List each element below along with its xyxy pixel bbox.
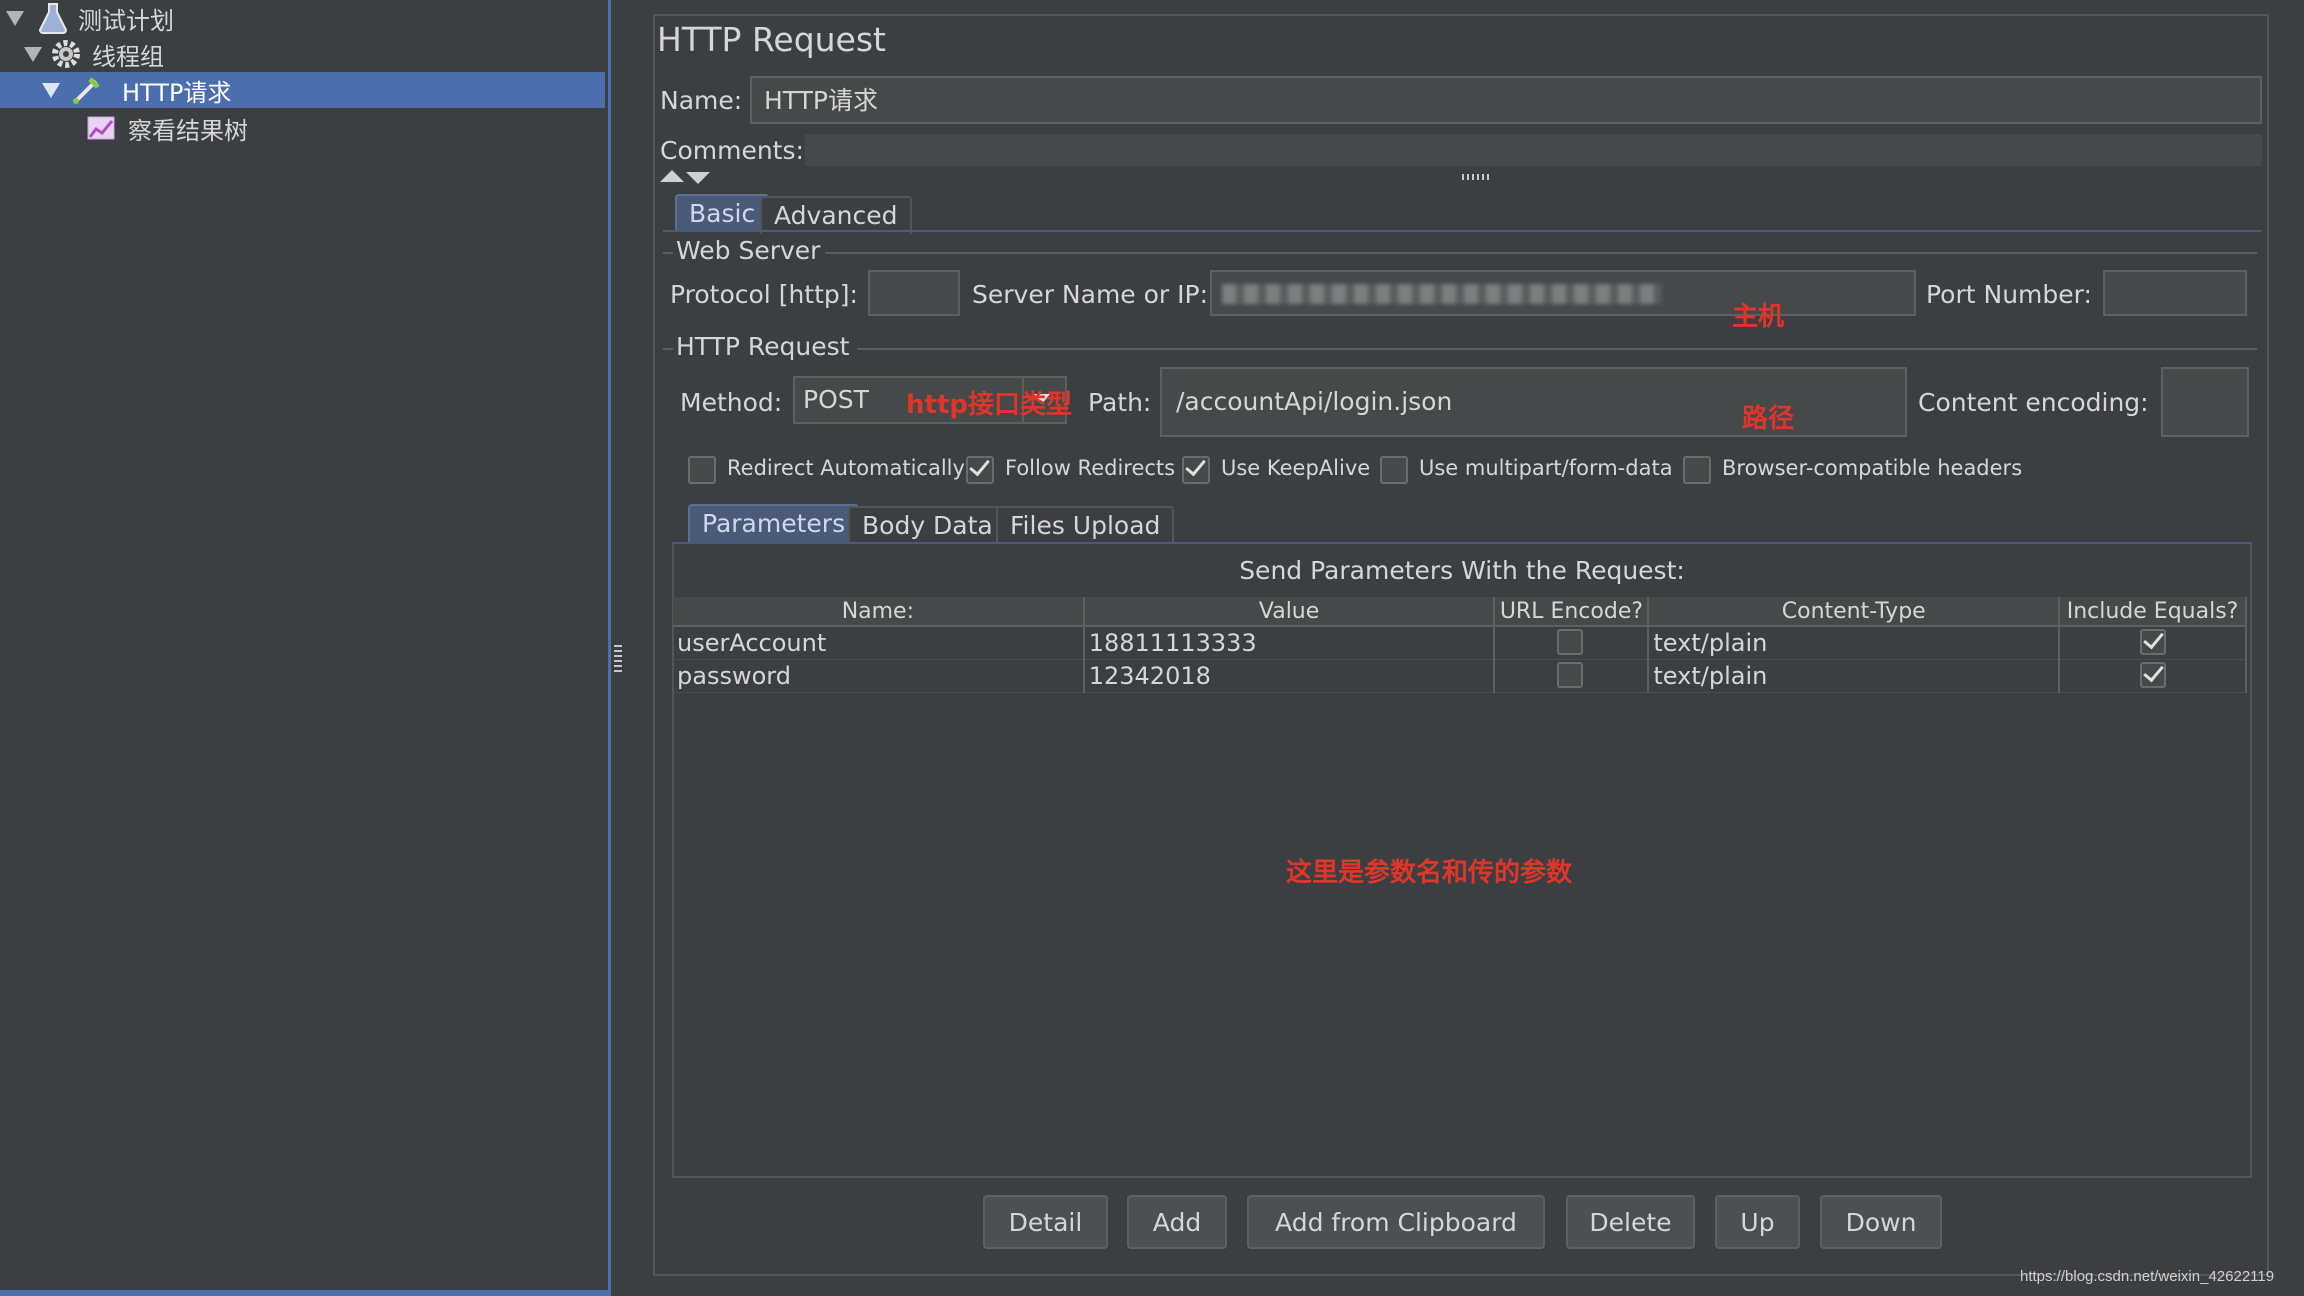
down-button[interactable]: Down	[1820, 1195, 1942, 1249]
browser-compatible-headers-checkbox[interactable]	[1683, 456, 1711, 484]
content-type-cell[interactable]: text/plain	[1648, 659, 2061, 693]
content-type-cell[interactable]: text/plain	[1648, 626, 2061, 660]
follow-redirects-label: Follow Redirects	[1005, 456, 1176, 480]
tab-basic[interactable]: Basic	[675, 194, 770, 232]
collapse-expand-arrows-icon[interactable]	[660, 170, 710, 186]
section-divider	[663, 348, 673, 350]
multipart-form-data-checkbox[interactable]	[1380, 456, 1408, 484]
server-name-label: Server Name or IP:	[972, 280, 1209, 309]
gear-icon	[52, 40, 80, 68]
path-field[interactable]: /accountApi/login.json	[1160, 367, 1907, 437]
comments-label: Comments:	[660, 136, 804, 165]
include-equals-checkbox[interactable]	[2140, 629, 2167, 655]
column-header[interactable]: URL Encode?	[1494, 597, 1650, 627]
use-keepalive-label: Use KeepAlive	[1221, 456, 1371, 480]
detail-button[interactable]: Detail	[983, 1195, 1108, 1249]
section-divider	[825, 252, 2257, 254]
tab-files-upload[interactable]: Files Upload	[996, 506, 1175, 544]
include-equals-cell[interactable]	[2059, 659, 2247, 693]
tree-focus-border-bottom	[0, 1290, 610, 1296]
table-row[interactable]: userAccount 18811113333 text/plain	[673, 626, 2247, 660]
section-divider	[663, 252, 673, 254]
expand-arrow-icon[interactable]	[6, 10, 24, 26]
param-value-cell[interactable]: 18811113333	[1083, 626, 1496, 660]
parameters-table: Name: Value URL Encode? Content-Type Inc…	[673, 597, 2247, 693]
resize-grip-icon[interactable]	[1462, 174, 1492, 180]
tree-item-label: HTTP请求	[122, 78, 232, 107]
path-label: Path:	[1088, 388, 1152, 417]
tab-body-data[interactable]: Body Data	[848, 506, 1007, 544]
params-title: Send Parameters With the Request:	[1239, 556, 1685, 585]
watermark: https://blog.csdn.net/weixin_42622119	[2020, 1268, 2275, 1285]
url-encode-checkbox[interactable]	[1557, 629, 1584, 655]
flask-icon	[38, 3, 68, 34]
add-button[interactable]: Add	[1127, 1195, 1227, 1249]
multipart-form-data-label: Use multipart/form-data	[1419, 456, 1673, 480]
port-number-field[interactable]	[2103, 270, 2247, 316]
tree-item-test-plan[interactable]: 测试计划	[6, 0, 174, 36]
browser-compatible-headers-label: Browser-compatible headers	[1722, 456, 2023, 480]
param-value-cell[interactable]: 12342018	[1083, 659, 1496, 693]
include-equals-checkbox[interactable]	[2140, 662, 2167, 688]
delete-button[interactable]: Delete	[1566, 1195, 1695, 1249]
follow-redirects-checkbox[interactable]	[966, 456, 994, 484]
table-row[interactable]: password 12342018 text/plain	[673, 659, 2247, 693]
url-encode-cell[interactable]	[1494, 659, 1650, 693]
tree-item-thread-group[interactable]: 线程组	[24, 36, 164, 72]
port-number-label: Port Number:	[1926, 280, 2092, 309]
comments-field[interactable]	[805, 134, 2262, 166]
name-field[interactable]: HTTP请求	[750, 76, 2262, 124]
table-header-row: Name: Value URL Encode? Content-Type Inc…	[673, 597, 2247, 627]
column-header[interactable]: Value	[1083, 597, 1496, 627]
graph-icon	[87, 116, 115, 140]
column-header[interactable]: Include Equals?	[2059, 597, 2247, 627]
http-request-section-title: HTTP Request	[676, 332, 850, 361]
annotation-params: 这里是参数名和传的参数	[1286, 858, 1573, 888]
tree-item-view-results-tree[interactable]: 察看结果树	[86, 110, 248, 146]
annotation-method: http接口类型	[906, 390, 1072, 420]
section-divider	[857, 348, 2257, 350]
expand-arrow-icon[interactable]	[42, 82, 60, 98]
tree-item-label: 测试计划	[78, 6, 174, 35]
content-encoding-field[interactable]	[2161, 367, 2249, 437]
annotation-path: 路径	[1742, 404, 1795, 434]
annotation-host: 主机	[1732, 302, 1785, 332]
pipette-icon	[73, 77, 100, 104]
include-equals-cell[interactable]	[2059, 626, 2247, 660]
divider-grip-icon[interactable]	[614, 645, 622, 675]
use-keepalive-checkbox[interactable]	[1182, 456, 1210, 484]
protocol-field[interactable]	[868, 270, 960, 316]
test-plan-tree	[0, 0, 608, 1296]
content-encoding-label: Content encoding:	[1918, 388, 2149, 417]
column-header[interactable]: Name:	[673, 597, 1085, 627]
tab-parameters[interactable]: Parameters	[688, 504, 860, 542]
param-name-cell[interactable]: password	[673, 659, 1085, 693]
panel-title: HTTP Request	[657, 20, 886, 59]
redirect-automatically-checkbox[interactable]	[688, 456, 716, 484]
tree-item-label: 察看结果树	[128, 116, 248, 145]
protocol-label: Protocol [http]:	[670, 280, 858, 309]
blurred-server-text	[1222, 284, 1662, 304]
web-server-section-title: Web Server	[676, 236, 821, 265]
tree-item-label: 线程组	[92, 42, 164, 71]
param-name-cell[interactable]: userAccount	[673, 626, 1085, 660]
expand-arrow-icon[interactable]	[24, 46, 42, 62]
column-header[interactable]: Content-Type	[1648, 597, 2061, 627]
method-label: Method:	[680, 388, 783, 417]
redirect-automatically-label: Redirect Automatically	[727, 456, 965, 480]
tree-item-http-request[interactable]: HTTP请求	[42, 72, 237, 108]
url-encode-checkbox[interactable]	[1557, 662, 1584, 688]
server-name-field[interactable]	[1210, 270, 1916, 316]
name-label: Name:	[660, 86, 743, 115]
up-button[interactable]: Up	[1715, 1195, 1800, 1249]
method-value: POST	[803, 385, 869, 414]
tab-underline	[663, 230, 2262, 232]
add-from-clipboard-button[interactable]: Add from Clipboard	[1247, 1195, 1545, 1249]
tab-advanced[interactable]: Advanced	[760, 196, 912, 234]
url-encode-cell[interactable]	[1494, 626, 1650, 660]
